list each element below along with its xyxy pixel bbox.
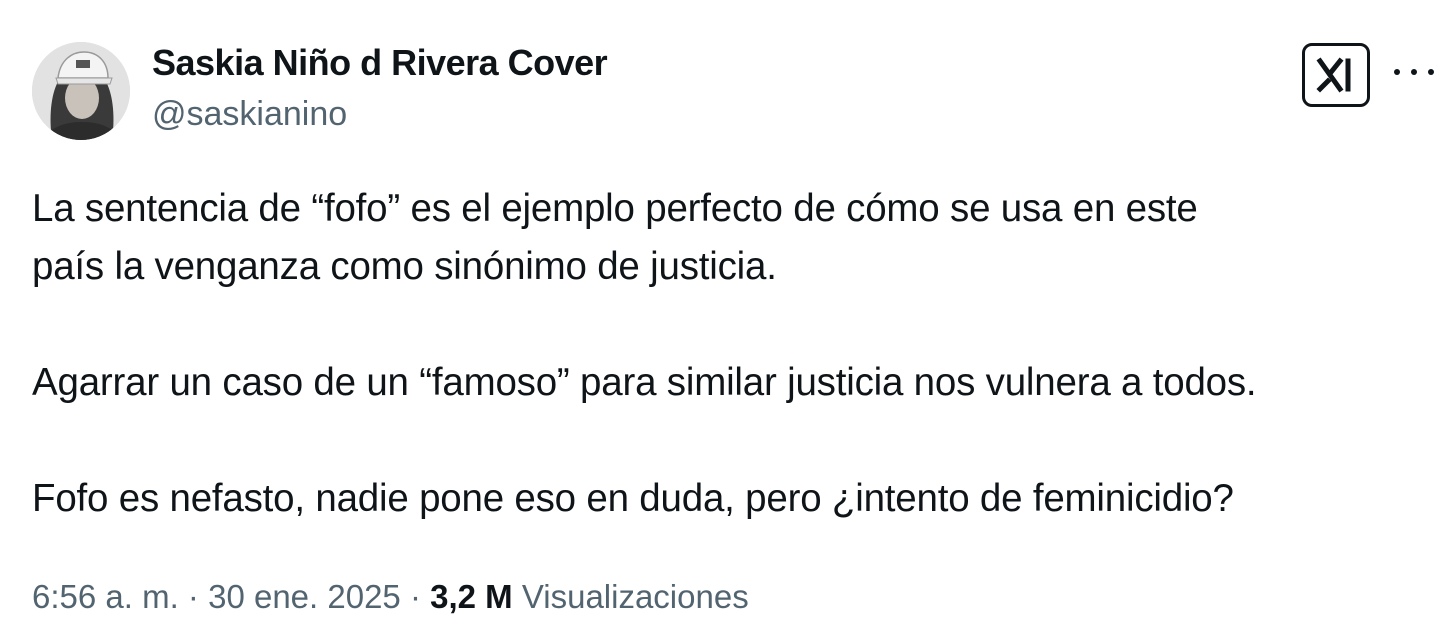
author-handle[interactable]: @saskianino: [152, 95, 347, 134]
more-options-button[interactable]: [1394, 62, 1434, 82]
meta-separator: ·: [187, 578, 199, 615]
more-horizontal-icon: [1394, 69, 1400, 75]
post-line: Fofo es nefasto, nadie pone eso en duda,…: [32, 477, 1234, 520]
avatar[interactable]: [32, 42, 130, 140]
views-count: 3,2 M: [430, 578, 513, 615]
avatar-photo: [32, 42, 130, 140]
post-date[interactable]: 30 ene. 2025: [208, 578, 401, 615]
post-text: La sentencia de “fofo” es el ejemplo per…: [32, 180, 1436, 528]
grok-button[interactable]: [1302, 43, 1370, 107]
author-display-name[interactable]: Saskia Niño d Rivera Cover: [152, 42, 608, 84]
post-line: La sentencia de “fofo” es el ejemplo per…: [32, 187, 1198, 230]
post-line: Agarrar un caso de un “famoso” para simi…: [32, 361, 1257, 404]
post-card: Saskia Niño d Rivera Cover @saskianino L…: [0, 0, 1444, 620]
meta-separator: ·: [409, 578, 421, 615]
post-time[interactable]: 6:56 a. m.: [32, 578, 179, 615]
views-label: Visualizaciones: [521, 578, 749, 615]
post-line: país la venganza como sinónimo de justic…: [32, 245, 777, 288]
grok-icon: [1316, 57, 1351, 93]
post-meta: 6:56 a. m. · 30 ene. 2025 · 3,2 M Visual…: [32, 578, 749, 616]
